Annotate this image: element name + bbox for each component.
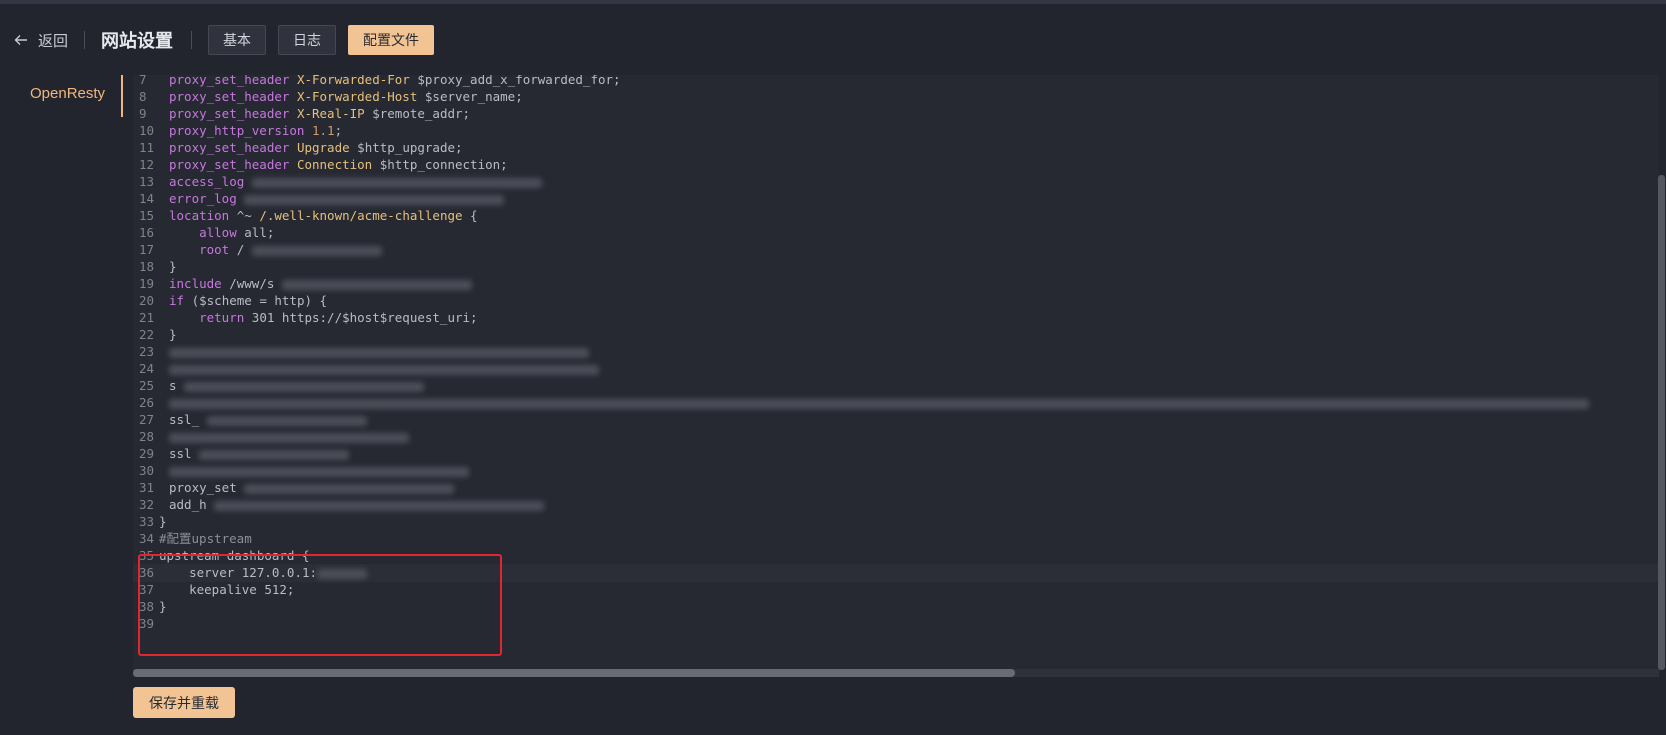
- code-line: 20 if ($scheme = http) {: [139, 293, 328, 308]
- code-line: 33}: [139, 514, 167, 529]
- code-line: 12 proxy_set_header Connection $http_conn…: [139, 157, 508, 172]
- vertical-scrollbar[interactable]: [1658, 175, 1665, 670]
- highlight-box: [138, 554, 502, 656]
- code-line: 21 return 301 https://$host$request_uri;: [139, 310, 478, 325]
- code-line: 22}: [139, 327, 177, 342]
- divider: [191, 31, 193, 49]
- code-line: 10 proxy_http_version 1.1;: [139, 123, 343, 138]
- code-line: 24: [133, 360, 1659, 378]
- code-line: 34 #配置upstream: [139, 531, 252, 546]
- back-label: 返回: [38, 32, 69, 50]
- sidebar-item-openresty[interactable]: OpenResty: [30, 85, 105, 102]
- code-line: 14 error_log: [133, 190, 1659, 208]
- code-line: 31 proxy_set: [133, 479, 1659, 497]
- sidebar-active-indicator: [121, 75, 123, 117]
- code-line: 30: [133, 462, 1659, 480]
- code-line: 13 access_log: [133, 173, 1659, 191]
- code-line: 19 include /www/s: [133, 275, 1659, 293]
- save-and-reload-button[interactable]: 保存并重载: [133, 687, 235, 718]
- code-line: 27 ssl_: [133, 411, 1659, 429]
- code-line: 11 proxy_set_header Upgrade $http_upgrade…: [139, 140, 463, 155]
- code-line: 25 s: [133, 377, 1659, 395]
- code-line: 8 proxy_set_header X-Forwarded-Host $serv…: [139, 89, 523, 104]
- tab-config-file[interactable]: 配置文件: [348, 25, 435, 55]
- header-bar: 返回 网站设置 基本 日志 配置文件: [0, 4, 1666, 76]
- back-arrow-icon: [14, 35, 27, 45]
- code-line hl: 26: [133, 394, 1659, 412]
- code-line: 23: [133, 343, 1659, 361]
- tab-logs[interactable]: 日志: [278, 25, 337, 55]
- page-title: 网站设置: [101, 31, 174, 51]
- code-line: 9 proxy_set_header X-Real-IP $remote_addr…: [139, 106, 471, 121]
- code-line: 28: [133, 428, 1659, 446]
- horizontal-scrollbar[interactable]: [133, 669, 1015, 677]
- code-line: 15 location ^~ /.well-known/acme-challeng…: [139, 208, 478, 223]
- tab-basic[interactable]: 基本: [208, 25, 267, 55]
- back-button[interactable]: 返回: [14, 30, 68, 51]
- code-line: 18}: [139, 259, 177, 274]
- code-line: 29 ssl: [133, 445, 1659, 463]
- divider: [84, 31, 86, 49]
- code-line: 32 add_h: [133, 496, 1659, 514]
- code-line: 7 proxy_set_header X-Forwarded-For $proxy…: [139, 75, 621, 87]
- code-line: 16 allow all;: [139, 225, 275, 240]
- code-line: 17 root /: [133, 241, 1659, 259]
